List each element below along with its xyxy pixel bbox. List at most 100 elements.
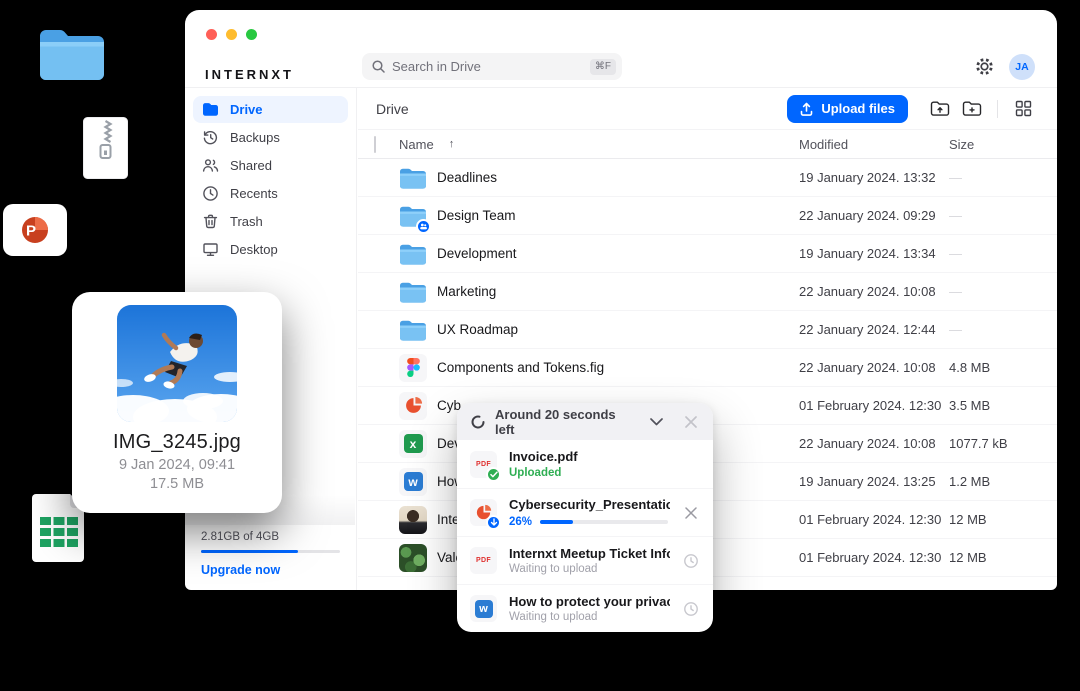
- storage-progress-fill: [201, 550, 298, 553]
- close-window-button[interactable]: [206, 29, 217, 40]
- table-row[interactable]: Development 19 January 2024. 13:34 —: [358, 235, 1057, 273]
- file-size: 4.8 MB: [949, 360, 1033, 375]
- search-icon: [372, 60, 385, 73]
- waiting-clock-icon: [682, 553, 700, 569]
- desktop-folder-icon[interactable]: [38, 24, 106, 87]
- file-modified: 22 January 2024. 10:08: [799, 284, 949, 299]
- sidebar-item-trash[interactable]: Trash: [193, 208, 348, 235]
- table-row[interactable]: Components and Tokens.fig 22 January 202…: [358, 349, 1057, 387]
- upload-progress-fill: [540, 520, 573, 524]
- upload-item: PDF Invoice.pdf Uploaded: [457, 440, 713, 488]
- close-panel-button[interactable]: [682, 413, 700, 431]
- folder-icon: [399, 164, 427, 192]
- upload-file-name: Invoice.pdf: [509, 449, 670, 464]
- trash-icon: [202, 213, 219, 230]
- folder-icon: [399, 278, 427, 306]
- sidebar-item-shared[interactable]: Shared: [193, 152, 348, 179]
- image-preview-card[interactable]: IMG_3245.jpg 9 Jan 2024, 09:41 17.5 MB: [72, 292, 282, 513]
- upload-icon: [800, 102, 813, 116]
- file-size: —: [949, 284, 1033, 299]
- file-size: —: [949, 246, 1033, 261]
- folder-icon: [399, 240, 427, 268]
- excel-file-icon: x: [399, 430, 427, 458]
- shared-badge-icon: [416, 219, 431, 234]
- settings-gear-icon[interactable]: [975, 57, 994, 76]
- powerpoint-file-icon: [399, 392, 427, 420]
- file-size: 12 MB: [949, 512, 1033, 527]
- desktop-background: P: [0, 0, 1080, 691]
- table-row[interactable]: Marketing 22 January 2024. 10:08 —: [358, 273, 1057, 311]
- spinner-icon: [470, 414, 486, 430]
- upload-time-remaining: Around 20 seconds left: [495, 407, 638, 437]
- search-shortcut-badge: ⌘F: [590, 59, 616, 75]
- minimize-window-button[interactable]: [226, 29, 237, 40]
- preview-size: 17.5 MB: [72, 476, 282, 492]
- file-name: Development: [437, 246, 517, 261]
- upload-progress-track: [540, 520, 668, 524]
- shared-users-icon: [202, 157, 219, 174]
- file-modified: 01 February 2024. 12:30: [799, 398, 949, 413]
- sort-ascending-icon: ↑: [449, 138, 455, 150]
- file-modified: 01 February 2024. 12:30: [799, 550, 949, 565]
- drive-folder-icon: [202, 102, 219, 117]
- file-modified: 22 January 2024. 09:29: [799, 208, 949, 223]
- desktop-zip-file-icon[interactable]: [83, 117, 128, 184]
- toolbar-divider: [997, 100, 998, 118]
- internxt-logo: INTERNXT: [205, 67, 294, 82]
- desktop-monitor-icon: [202, 241, 219, 258]
- file-modified: 22 January 2024. 10:08: [799, 360, 949, 375]
- folder-icon: [399, 316, 427, 344]
- account-avatar[interactable]: JA: [1009, 54, 1035, 80]
- file-modified: 19 January 2024. 13:25: [799, 474, 949, 489]
- window-controls: [206, 29, 257, 40]
- column-header-modified[interactable]: Modified: [799, 137, 949, 152]
- powerpoint-logo-icon: P: [18, 213, 52, 247]
- uploading-icon: [486, 515, 501, 530]
- file-name: Deadlines: [437, 170, 497, 185]
- upload-folder-button[interactable]: [928, 97, 952, 121]
- close-icon: [685, 507, 697, 519]
- search-bar[interactable]: ⌘F: [362, 53, 622, 80]
- table-row[interactable]: Design Team 22 January 2024. 09:29 —: [358, 197, 1057, 235]
- upload-files-button[interactable]: Upload files: [787, 95, 908, 123]
- file-modified: 01 February 2024. 12:30: [799, 512, 949, 527]
- column-header-size[interactable]: Size: [949, 137, 1033, 152]
- upload-panel-header: Around 20 seconds left: [457, 403, 713, 440]
- breadcrumb[interactable]: Drive: [376, 101, 787, 117]
- recents-clock-icon: [202, 185, 219, 202]
- select-all-checkbox[interactable]: [374, 136, 376, 153]
- sidebar-item-desktop[interactable]: Desktop: [193, 236, 348, 263]
- desktop-powerpoint-file-icon[interactable]: P: [3, 204, 67, 256]
- search-input[interactable]: [392, 59, 583, 74]
- cancel-upload-button[interactable]: [682, 507, 700, 519]
- table-row[interactable]: Deadlines 19 January 2024. 13:32 —: [358, 159, 1057, 197]
- table-row[interactable]: UX Roadmap 22 January 2024. 12:44 —: [358, 311, 1057, 349]
- backups-history-icon: [202, 129, 219, 146]
- table-header: Name ↑ Modified Size: [358, 130, 1057, 159]
- sidebar-item-drive[interactable]: Drive: [193, 96, 348, 123]
- sidebar-item-backups[interactable]: Backups: [193, 124, 348, 151]
- grid-view-toggle[interactable]: [1011, 97, 1035, 121]
- zoom-window-button[interactable]: [246, 29, 257, 40]
- photo-jumping-person: [117, 305, 237, 422]
- storage-indicator: 2.81GB of 4GB Upgrade now: [201, 531, 340, 577]
- folder-plus-icon: [962, 100, 982, 117]
- preview-date: 9 Jan 2024, 09:41: [72, 457, 282, 473]
- photo-thumbnail: [399, 506, 427, 534]
- new-folder-button[interactable]: [960, 97, 984, 121]
- upload-item: PDF Internxt Meetup Ticket Info.pdf Wait…: [457, 536, 713, 584]
- storage-usage-label: 2.81GB of 4GB: [201, 531, 340, 543]
- column-header-name[interactable]: Name ↑: [399, 137, 799, 152]
- collapse-panel-button[interactable]: [647, 413, 665, 431]
- file-name: Components and Tokens.fig: [437, 360, 604, 375]
- sidebar-item-recents[interactable]: Recents: [193, 180, 348, 207]
- upload-file-name: Internxt Meetup Ticket Info.pdf: [509, 546, 670, 561]
- preview-filename: IMG_3245.jpg: [72, 431, 282, 454]
- file-name: Design Team: [437, 208, 516, 223]
- upload-item: w How to protect your privacy.doc Waitin…: [457, 584, 713, 632]
- file-size: 1.2 MB: [949, 474, 1033, 489]
- upgrade-link[interactable]: Upgrade now: [201, 563, 340, 577]
- file-name: Marketing: [437, 284, 496, 299]
- file-modified: 19 January 2024. 13:32: [799, 170, 949, 185]
- storage-progress-track: [201, 550, 340, 553]
